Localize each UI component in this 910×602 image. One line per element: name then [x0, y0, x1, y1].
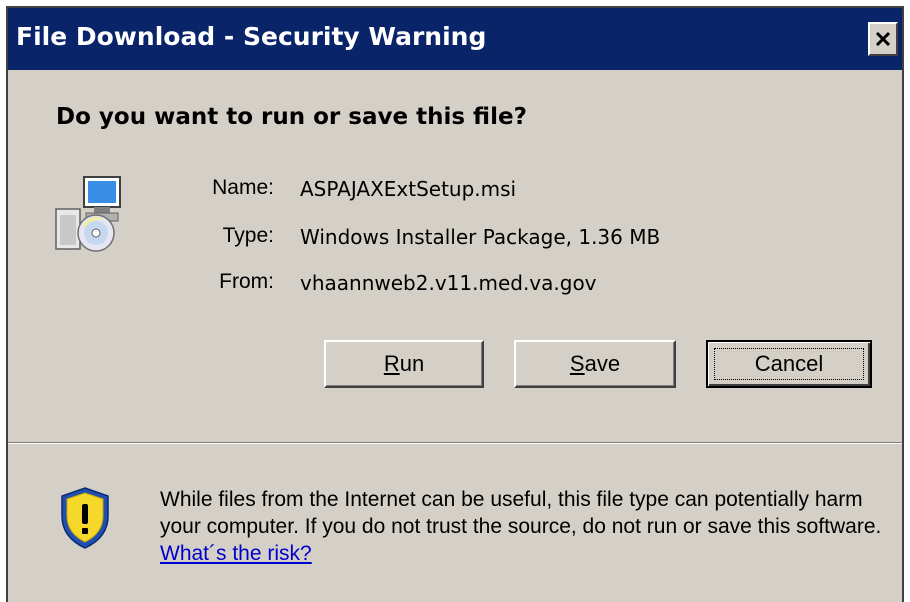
- title-bar[interactable]: File Download - Security Warning: [8, 8, 902, 70]
- installer-package-icon: [55, 176, 121, 252]
- file-type-value: Windows Installer Package, 1.36 MB: [300, 225, 661, 249]
- cancel-button[interactable]: Cancel: [706, 340, 872, 388]
- dialog-question: Do you want to run or save this file?: [56, 104, 527, 130]
- from-label: From:: [219, 270, 274, 293]
- whats-the-risk-link[interactable]: What´s the risk?: [160, 542, 312, 565]
- cancel-button-label: Cancel: [754, 351, 824, 376]
- close-button[interactable]: [868, 22, 898, 56]
- close-icon: [875, 31, 891, 47]
- type-label: Type:: [222, 224, 274, 247]
- file-name-value: ASPAJAXExtSetup.msi: [300, 177, 517, 201]
- divider: [8, 442, 902, 444]
- save-button-label: Save: [569, 351, 621, 376]
- run-button-label: Run: [383, 351, 425, 376]
- warning-text: While files from the Internet can be use…: [160, 488, 882, 538]
- save-button[interactable]: Save: [514, 340, 676, 388]
- security-warning-dialog: File Download - Security Warning Do you …: [6, 6, 904, 602]
- warning-message: While files from the Internet can be use…: [160, 486, 900, 567]
- name-label: Name:: [212, 176, 274, 199]
- window-title: File Download - Security Warning: [16, 22, 487, 51]
- file-source-value: vhaannweb2.v11.med.va.gov: [300, 271, 597, 295]
- security-shield-icon: [61, 487, 109, 549]
- run-button[interactable]: Run: [324, 340, 484, 388]
